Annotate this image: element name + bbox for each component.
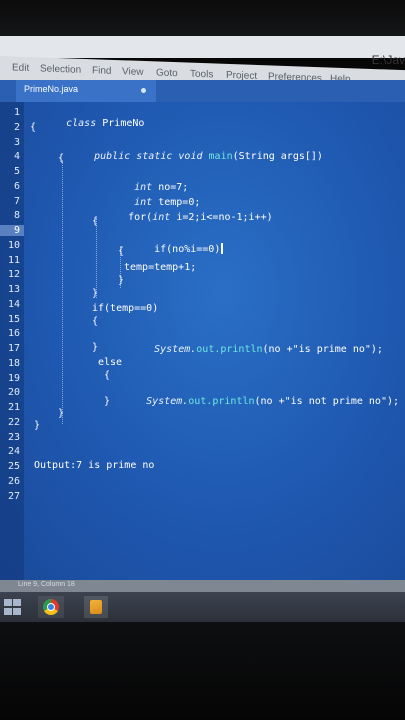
tab-label: PrimeNo.java xyxy=(24,84,79,94)
line-number: 16 xyxy=(7,328,20,339)
code-line-21: } xyxy=(104,396,111,407)
line-number: 8 xyxy=(13,210,20,221)
code-line-10: { xyxy=(118,246,125,257)
code-line-20: System.out.println(no +"is not prime no"… xyxy=(110,385,399,418)
line-number: 14 xyxy=(7,299,20,310)
chrome-taskbar-icon[interactable] xyxy=(38,596,64,618)
line-number: 2 xyxy=(13,122,20,133)
line-number: 5 xyxy=(13,166,20,177)
menu-find[interactable]: Find xyxy=(92,65,111,77)
line-number: 11 xyxy=(7,255,20,266)
code-line-22: } xyxy=(58,408,65,419)
monitor-bezel-top xyxy=(0,0,405,40)
code-line-16: System.out.println(no +"is prime no"); xyxy=(118,333,383,366)
code-line-2: { xyxy=(30,122,37,133)
line-number: 25 xyxy=(7,461,20,472)
line-number: 22 xyxy=(7,417,20,428)
code-line-9: if(no%i==0) xyxy=(118,232,224,266)
class-ref: System. xyxy=(146,396,189,407)
method-call: out.println xyxy=(188,396,255,407)
indent-guide xyxy=(62,160,63,424)
statement: if(no%i==0) xyxy=(154,244,221,255)
code-line-11: temp=temp+1; xyxy=(124,262,197,273)
menu-goto[interactable]: Goto xyxy=(156,67,178,79)
arguments: (no +"is not prime no"); xyxy=(254,396,400,407)
code-line-17: } xyxy=(92,342,99,353)
modifiers: public static void xyxy=(94,151,203,162)
code-line-4: { xyxy=(58,153,65,164)
menu-view[interactable]: View xyxy=(122,66,144,78)
arguments: (no +"is prime no"); xyxy=(262,344,383,355)
line-number: 13 xyxy=(7,284,20,295)
tab-primeno-java[interactable]: PrimeNo.java xyxy=(16,80,156,102)
code-line-12: } xyxy=(118,275,125,286)
class-ref: System. xyxy=(154,344,197,355)
line-number: 7 xyxy=(13,196,20,207)
text-cursor xyxy=(221,243,224,254)
line-number-gutter: 1 2 3 4 5 6 7 8 9 10 11 12 13 14 15 16 1… xyxy=(0,102,24,580)
method-name: main xyxy=(208,151,233,162)
keyword: class xyxy=(66,118,97,129)
menu-selection[interactable]: Selection xyxy=(40,63,81,75)
screen-photo: E:\Jav Edit Selection Find View Goto Too… xyxy=(0,0,405,720)
line-number: 6 xyxy=(13,181,20,192)
sublime-taskbar-icon[interactable] xyxy=(84,596,108,618)
status-bar: Line 9, Column 18 xyxy=(0,580,405,592)
code-line-8: { xyxy=(92,216,99,227)
line-number: 10 xyxy=(7,240,20,251)
window-title: E:\Jav xyxy=(371,53,405,67)
window-title-bar: E:\Jav xyxy=(0,36,405,67)
code-line-14: if(temp==0) xyxy=(92,303,159,314)
code-line-26-output: Output:7 is prime no xyxy=(34,460,155,471)
cursor-position: Line 9, Column 18 xyxy=(18,581,75,588)
taskbar xyxy=(0,592,405,622)
windows-start-icon[interactable] xyxy=(2,598,22,616)
line-number: 12 xyxy=(7,269,20,280)
monitor-bezel-bottom xyxy=(0,622,405,720)
line-number: 3 xyxy=(13,137,20,148)
statement: i=2;i<=no-1;i++) xyxy=(176,212,273,223)
for-keyword: for( xyxy=(128,212,153,223)
code-line-1: class PrimeNo xyxy=(30,107,144,140)
line-number: 26 xyxy=(7,476,20,487)
line-number: 4 xyxy=(13,151,20,162)
code-line-15: { xyxy=(92,316,99,327)
line-number: 1 xyxy=(13,107,20,118)
menu-edit[interactable]: Edit xyxy=(12,62,29,74)
code-editor[interactable]: 1 2 3 4 5 6 7 8 9 10 11 12 13 14 15 16 1… xyxy=(0,102,405,580)
line-number: 27 xyxy=(7,491,20,502)
code-line-18: else xyxy=(98,357,123,368)
class-name: PrimeNo xyxy=(102,118,145,129)
line-number: 21 xyxy=(7,402,20,413)
unsaved-dot-icon xyxy=(141,88,146,93)
line-number: 18 xyxy=(7,358,20,369)
menu-tools[interactable]: Tools xyxy=(190,69,213,81)
line-number: 15 xyxy=(7,314,20,325)
keyword: int xyxy=(152,212,171,223)
code-line-13: } xyxy=(92,288,99,299)
code-line-19: { xyxy=(104,370,111,381)
line-number: 20 xyxy=(7,387,20,398)
code-line-7: for(int i=2;i<=no-1;i++) xyxy=(92,201,273,234)
line-number-active: 9 xyxy=(0,225,24,236)
sublime-logo-icon xyxy=(90,600,102,614)
method-call: out.println xyxy=(196,344,263,355)
code-line-23: } xyxy=(34,420,41,431)
line-number: 23 xyxy=(7,432,20,443)
chrome-logo-icon xyxy=(43,599,59,615)
line-number: 17 xyxy=(7,343,20,354)
line-number: 24 xyxy=(7,446,20,457)
code-line-3: public static void main(String args[]) xyxy=(58,140,323,173)
method-args: (String args[]) xyxy=(232,151,323,162)
tab-bar: PrimeNo.java xyxy=(0,80,405,102)
line-number: 19 xyxy=(7,373,20,384)
